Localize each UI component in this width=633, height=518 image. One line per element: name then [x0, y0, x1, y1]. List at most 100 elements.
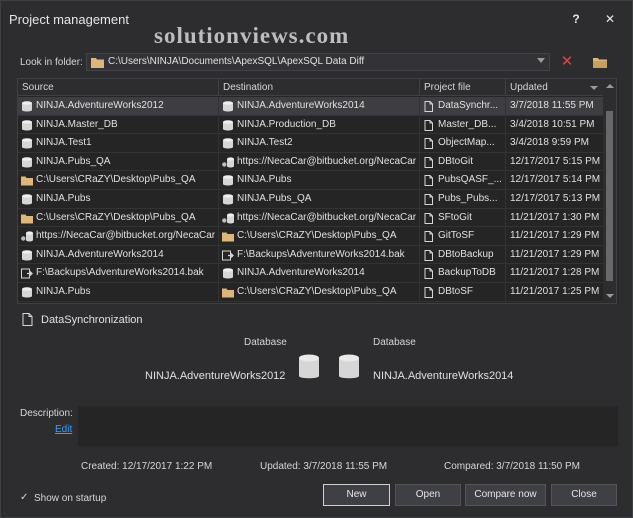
cell-project-file-text: SFtoGit: [438, 211, 472, 223]
close-button[interactable]: Close: [551, 484, 617, 506]
table-row[interactable]: NINJA.AdventureWorks2014 F:\Backups\Adven…: [18, 245, 604, 265]
cell-source-text: NINJA.Pubs_QA: [36, 155, 111, 167]
column-header-destination[interactable]: Destination: [219, 79, 420, 96]
cell-destination-text: https://NecaCar@bitbucket.org/NecaCar: [237, 155, 417, 167]
cell-updated-text: 3/7/2018 11:55 PM: [510, 100, 594, 111]
database-icon: [21, 249, 33, 261]
description-box: [78, 406, 618, 446]
cell-source-text: C:\Users\CRaZY\Desktop\Pubs_QA: [36, 174, 196, 186]
help-button[interactable]: ?: [566, 10, 586, 28]
cell-destination-text: C:\Users\CRaZY\Desktop\Pubs_QA: [237, 230, 397, 242]
cell-updated: 3/4/2018 10:51 PM: [506, 116, 604, 134]
cell-updated: 11/21/2017 1:30 PM: [506, 209, 604, 227]
cell-updated: 12/17/2017 5:13 PM: [506, 190, 604, 208]
created-date: Created: 12/17/2017 1:22 PM: [81, 461, 213, 472]
scrollbar-thumb[interactable]: [606, 111, 613, 281]
cell-destination-text: NINJA.Production_DB: [237, 118, 336, 130]
browse-folder-icon[interactable]: [592, 55, 608, 69]
scroll-down-icon[interactable]: [606, 294, 614, 298]
project-file-icon: [423, 212, 435, 224]
database-icon: [222, 175, 234, 186]
table-row[interactable]: NINJA.Pubs_QA https://NecaCar@bitbucket.o…: [18, 152, 604, 172]
cell-updated-text: 11/21/2017 1:25 PM: [510, 285, 600, 297]
open-button[interactable]: Open: [395, 484, 461, 506]
compare-now-button[interactable]: Compare now: [465, 484, 546, 506]
grid-vertical-scrollbar[interactable]: [603, 79, 616, 303]
project-file-icon: [423, 175, 435, 187]
show-on-startup-checkbox[interactable]: ✓: [20, 492, 31, 503]
sort-descending-icon: [590, 86, 598, 90]
cell-project-file: Master_DB...: [420, 115, 506, 134]
cell-destination-text: NINJA.AdventureWorks2014: [237, 100, 365, 111]
cell-project-file-text: DBtoGit: [438, 155, 474, 167]
table-row[interactable]: https://NecaCar@bitbucket.org/NecaCar C:\…: [18, 227, 604, 246]
column-header-project-file[interactable]: Project file: [420, 79, 506, 96]
cell-source: https://NecaCar@bitbucket.org/NecaCar: [18, 227, 219, 246]
database-icon: [222, 101, 234, 112]
cell-destination: NINJA.Pubs_QA: [219, 189, 420, 208]
clear-folder-button[interactable]: ✕: [559, 54, 575, 70]
source-database-name: NINJA.AdventureWorks2012: [145, 370, 286, 382]
table-row[interactable]: NINJA.AdventureWorks2012 NINJA.AdventureW…: [18, 97, 604, 116]
table-row[interactable]: C:\Users\CRaZY\Desktop\Pubs_QA NINJA.Pubs…: [18, 171, 604, 190]
project-file-icon: [22, 313, 33, 326]
table-row[interactable]: NINJA.Pubs NINJA.Pubs_QA Pubs_Pubs... 12/17…: [18, 189, 604, 209]
table-row[interactable]: F:\Backups\AdventureWorks2014.bak NINJA.A…: [18, 264, 604, 283]
cell-source-text: C:\Users\CRaZY\Desktop\Pubs_QA: [36, 211, 196, 223]
projects-grid: Source Destination Project file Updated …: [17, 78, 617, 304]
table-row[interactable]: NINJA.Pubs C:\Users\CRaZY\Desktop\Pubs_QA…: [18, 282, 604, 302]
database-icon: [21, 138, 33, 149]
cell-updated-text: 11/21/2017 1:28 PM: [510, 267, 600, 279]
look-in-path: C:\Users\NINJA\Documents\ApexSQL\ApexSQL…: [108, 56, 365, 67]
cell-updated: 11/21/2017 1:29 PM: [506, 227, 604, 245]
destination-database-icon: [339, 354, 359, 379]
cell-source: C:\Users\CRaZY\Desktop\Pubs_QA: [18, 171, 219, 190]
cell-source-text: F:\Backups\AdventureWorks2014.bak: [36, 267, 204, 279]
database-icon: [222, 119, 234, 131]
cell-destination-text: C:\Users\CRaZY\Desktop\Pubs_QA: [237, 285, 397, 297]
column-header-updated[interactable]: Updated: [506, 79, 604, 96]
cell-project-file-text: PubsQASF_...: [438, 174, 502, 186]
selected-project-name: DataSynchronization: [41, 314, 143, 326]
edit-description-link[interactable]: Edit: [55, 424, 72, 435]
look-in-folder-select[interactable]: C:\Users\NINJA\Documents\ApexSQL\ApexSQL…: [86, 53, 550, 71]
show-on-startup-label[interactable]: Show on startup: [34, 493, 106, 504]
cell-updated-text: 12/17/2017 5:14 PM: [510, 174, 601, 186]
source-control-icon: [21, 231, 33, 242]
cell-updated: 3/7/2018 11:55 PM: [506, 97, 604, 115]
project-file-icon: [423, 101, 435, 112]
cell-source-text: NINJA.AdventureWorks2014: [36, 248, 164, 260]
folder-icon: [21, 175, 33, 186]
cell-project-file: DBtoBackup: [420, 245, 506, 264]
column-header-updated-label: Updated: [510, 82, 548, 93]
cell-source-text: https://NecaCar@bitbucket.org/NecaCar: [36, 230, 216, 242]
cell-source-text: NINJA.AdventureWorks2012: [36, 100, 164, 111]
cell-project-file-text: DataSynchr...: [438, 100, 499, 111]
cell-updated-text: 12/17/2017 5:13 PM: [510, 192, 601, 204]
scroll-up-icon[interactable]: [606, 84, 614, 88]
cell-updated-text: 3/4/2018 9:59 PM: [510, 137, 589, 149]
table-row[interactable]: NINJA.Master_DB NINJA.Production_DB Master…: [18, 115, 604, 135]
cell-source-text: NINJA.Pubs: [36, 285, 91, 297]
database-icon: [222, 138, 234, 149]
database-icon: [222, 194, 234, 205]
source-control-icon: [222, 157, 234, 168]
project-file-icon: [423, 193, 435, 205]
table-row[interactable]: NINJA.Test1 NINJA.Test2 ObjectMap... 3/4/20…: [18, 134, 604, 153]
cell-destination: C:\Users\CRaZY\Desktop\Pubs_QA: [219, 282, 420, 301]
cell-updated: 3/4/2018 9:59 PM: [506, 134, 604, 152]
new-button[interactable]: New: [323, 484, 390, 506]
cell-project-file: Pubs_Pubs...: [420, 189, 506, 208]
column-header-source[interactable]: Source: [18, 79, 219, 96]
cell-updated: 11/21/2017 1:28 PM: [506, 264, 604, 282]
close-window-button[interactable]: ✕: [600, 10, 620, 28]
cell-destination-text: https://NecaCar@bitbucket.org/NecaCar: [237, 211, 417, 223]
cell-destination: F:\Backups\AdventureWorks2014.bak: [219, 245, 420, 264]
cell-project-file: GitToSF: [420, 227, 506, 246]
cell-updated: 12/17/2017 5:15 PM: [506, 153, 604, 171]
cell-source: NINJA.Pubs_QA: [18, 152, 219, 171]
source-type-label: Database: [244, 337, 287, 348]
table-row[interactable]: C:\Users\CRaZY\Desktop\Pubs_QA https://Ne…: [18, 208, 604, 228]
project-file-icon: [423, 286, 435, 298]
cell-source: C:\Users\CRaZY\Desktop\Pubs_QA: [18, 208, 219, 227]
